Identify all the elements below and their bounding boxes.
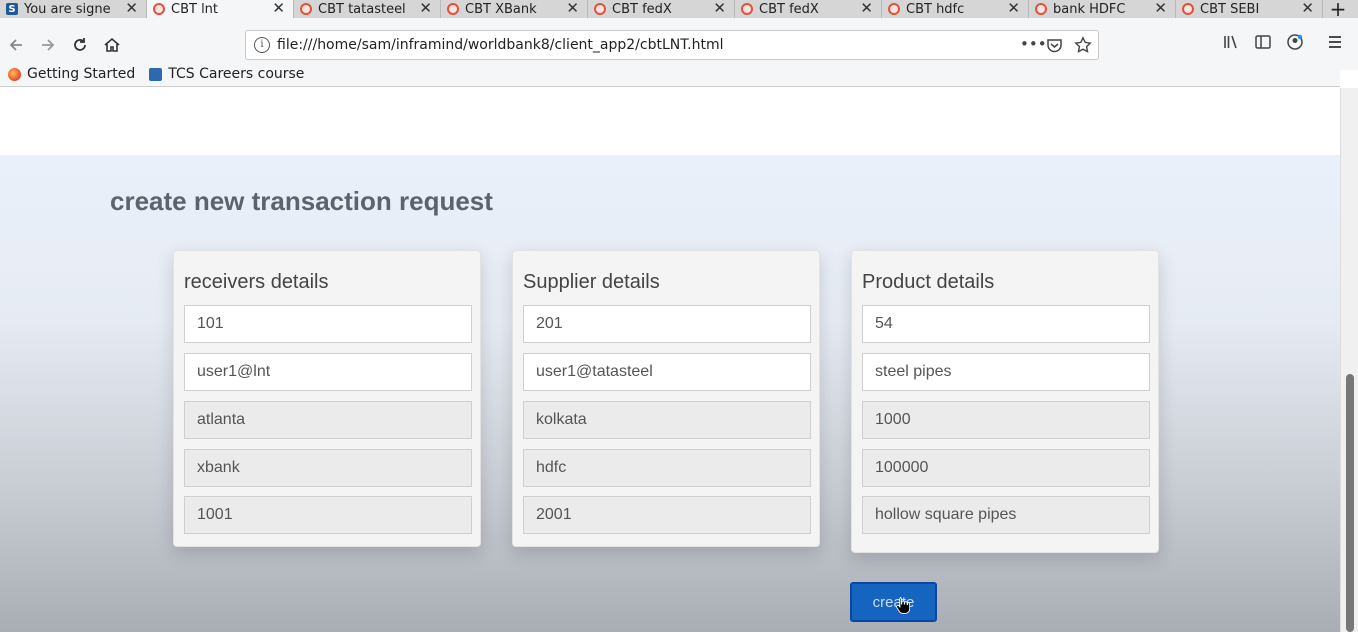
home-button[interactable] bbox=[100, 33, 124, 57]
tab-7[interactable]: bank HDFC ✕ bbox=[1029, 0, 1176, 18]
bookmark-getting-started[interactable]: Getting Started bbox=[8, 66, 135, 82]
bookmark-tcs-careers[interactable]: TCS Careers course bbox=[149, 66, 304, 82]
card-heading: receivers details bbox=[184, 271, 329, 293]
tab-5[interactable]: CBT fedX ✕ bbox=[735, 0, 882, 18]
close-icon[interactable]: ✕ bbox=[1007, 0, 1020, 17]
library-icon[interactable] bbox=[1222, 33, 1240, 51]
page-icon bbox=[1182, 3, 1194, 15]
close-icon[interactable]: ✕ bbox=[272, 0, 285, 17]
card-heading: Product details bbox=[862, 271, 995, 293]
receiver-id-field[interactable]: 101 bbox=[184, 305, 472, 343]
home-icon bbox=[104, 37, 120, 52]
close-icon[interactable]: ✕ bbox=[860, 0, 873, 17]
reload-icon bbox=[74, 38, 86, 51]
page-icon bbox=[888, 3, 900, 15]
page-actions-icon[interactable]: ••• bbox=[1020, 35, 1047, 53]
tab-strip: S You are signe ✕ CBT lnt ✕ CBT tatastee… bbox=[0, 0, 1358, 21]
tab-0[interactable]: S You are signe ✕ bbox=[0, 0, 147, 18]
page-icon bbox=[594, 3, 606, 15]
close-icon[interactable]: ✕ bbox=[566, 0, 579, 17]
page-icon bbox=[741, 3, 753, 15]
product-id-field[interactable]: 54 bbox=[862, 305, 1150, 343]
pocket-icon[interactable] bbox=[1046, 37, 1063, 54]
tab-3[interactable]: CBT XBank ✕ bbox=[441, 0, 588, 18]
close-icon[interactable]: ✕ bbox=[713, 0, 726, 17]
supplier-city-field[interactable]: kolkata bbox=[523, 401, 811, 439]
page-title: create new transaction request bbox=[110, 186, 493, 216]
page-icon bbox=[153, 3, 165, 15]
product-card: Product details 54 steel pipes 1000 1000… bbox=[851, 250, 1159, 553]
receiver-email-field[interactable]: user1@lnt bbox=[184, 353, 472, 391]
sap-icon: S bbox=[6, 3, 18, 15]
page-content: create new transaction request receivers… bbox=[0, 88, 1340, 632]
close-icon[interactable]: ✕ bbox=[1154, 0, 1167, 17]
new-tab-button[interactable]: + bbox=[1323, 0, 1353, 21]
create-button[interactable]: create bbox=[850, 582, 937, 622]
tab-1[interactable]: CBT lnt ✕ bbox=[147, 0, 294, 18]
bookmark-label: TCS Careers course bbox=[168, 66, 305, 82]
close-icon[interactable]: ✕ bbox=[419, 0, 432, 17]
scrollbar-thumb[interactable] bbox=[1346, 374, 1354, 632]
tab-8[interactable]: CBT SEBI ✕ bbox=[1176, 0, 1323, 18]
product-amount-field[interactable]: 100000 bbox=[862, 449, 1150, 487]
reload-button[interactable] bbox=[68, 33, 92, 57]
address-bar[interactable]: i file:///home/sam/inframind/worldbank8/… bbox=[245, 30, 1099, 60]
supplier-email-field[interactable]: user1@tatasteel bbox=[523, 353, 811, 391]
arrow-left-icon bbox=[9, 39, 22, 51]
supplier-card: Supplier details 201 user1@tatasteel kol… bbox=[512, 250, 820, 547]
supplier-account-field[interactable]: 2001 bbox=[523, 496, 811, 534]
back-button[interactable] bbox=[4, 33, 28, 57]
url-text[interactable]: file:///home/sam/inframind/worldbank8/cl… bbox=[277, 37, 723, 53]
account-icon[interactable] bbox=[1286, 33, 1304, 51]
bookmarks-bar: Getting Started TCS Careers course bbox=[0, 62, 1340, 87]
product-quantity-field[interactable]: 1000 bbox=[862, 401, 1150, 439]
tab-6[interactable]: CBT hdfc ✕ bbox=[882, 0, 1029, 18]
close-icon[interactable]: ✕ bbox=[125, 0, 138, 17]
product-description-field[interactable]: hollow square pipes bbox=[862, 496, 1150, 534]
page-scrollbar[interactable] bbox=[1340, 88, 1358, 632]
page-icon bbox=[300, 3, 312, 15]
product-name-field[interactable]: steel pipes bbox=[862, 353, 1150, 391]
supplier-id-field[interactable]: 201 bbox=[523, 305, 811, 343]
receiver-bank-field[interactable]: xbank bbox=[184, 449, 472, 487]
hand-cursor-icon bbox=[896, 597, 910, 614]
menu-icon[interactable] bbox=[1326, 33, 1344, 51]
receiver-account-field[interactable]: 1001 bbox=[184, 496, 472, 534]
tab-2[interactable]: CBT tatasteel ✕ bbox=[294, 0, 441, 18]
star-icon[interactable] bbox=[1074, 36, 1092, 54]
forward-button[interactable] bbox=[36, 33, 60, 57]
tcs-icon bbox=[149, 67, 163, 81]
bookmark-label: Getting Started bbox=[27, 66, 136, 82]
supplier-bank-field[interactable]: hdfc bbox=[523, 449, 811, 487]
page-icon bbox=[447, 3, 459, 15]
receiver-city-field[interactable]: atlanta bbox=[184, 401, 472, 439]
info-icon[interactable]: i bbox=[254, 37, 270, 53]
card-heading: Supplier details bbox=[523, 271, 660, 293]
close-icon[interactable]: ✕ bbox=[1301, 0, 1314, 17]
page-icon bbox=[1035, 3, 1047, 15]
tab-4[interactable]: CBT fedX ✕ bbox=[588, 0, 735, 18]
firefox-icon bbox=[8, 67, 21, 81]
sidebar-icon[interactable] bbox=[1254, 33, 1272, 51]
arrow-right-icon bbox=[42, 39, 55, 51]
receivers-card: receivers details 101 user1@lnt atlanta … bbox=[173, 250, 481, 547]
